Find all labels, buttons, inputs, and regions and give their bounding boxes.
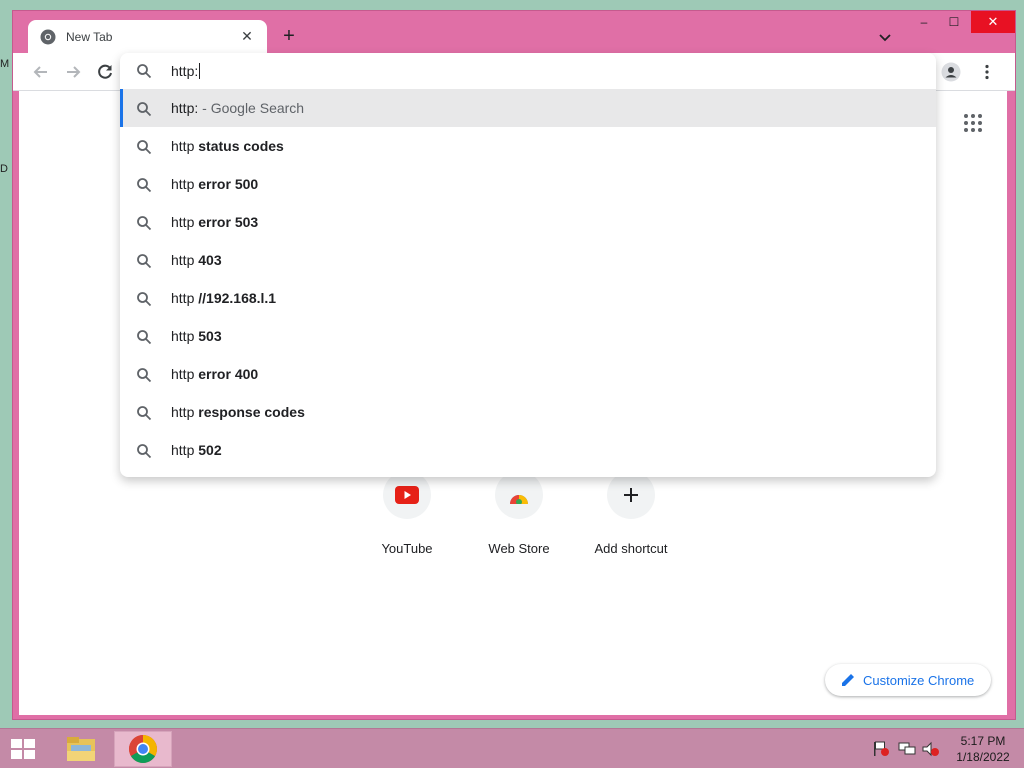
plus-icon xyxy=(624,488,638,502)
suggestion-text: http error 400 xyxy=(171,366,258,382)
pencil-icon xyxy=(842,674,854,686)
omnibox-dropdown: http: http: - Google Search http status c… xyxy=(120,53,936,477)
taskbar-file-explorer[interactable] xyxy=(52,731,110,767)
suggestion-prefix: http xyxy=(171,138,199,154)
suggestion-prefix: http xyxy=(171,252,199,268)
suggestion-completion: 403 xyxy=(198,252,222,268)
tab-title: New Tab xyxy=(66,29,113,44)
windows-start-icon[interactable] xyxy=(8,737,38,761)
search-icon xyxy=(137,140,152,155)
search-icon xyxy=(137,178,152,193)
shortcut-label: Add shortcut xyxy=(594,541,668,556)
suggestion-prefix: http xyxy=(171,404,199,420)
suggestion-prefix: http xyxy=(171,366,199,382)
search-icon xyxy=(137,330,152,345)
shortcut-add[interactable]: Add shortcut xyxy=(576,471,686,556)
omnibox-suggestion[interactable]: http status codes xyxy=(120,127,936,165)
suggestion-text: http error 503 xyxy=(171,214,258,230)
clock-time: 5:17 PM xyxy=(960,734,1006,748)
customize-chrome-button[interactable]: Customize Chrome xyxy=(825,664,991,696)
suggestion-prefix: http xyxy=(171,290,199,306)
suggestion-completion: response codes xyxy=(198,404,305,420)
suggestion-completion: status codes xyxy=(198,138,284,154)
shortcut-web-store[interactable]: Web Store xyxy=(464,471,574,556)
shortcut-tile xyxy=(607,471,655,519)
omnibox-suggestion[interactable]: http //192.168.l.1 xyxy=(120,279,936,317)
minimize-button[interactable]: ‒ xyxy=(909,11,939,33)
youtube-icon xyxy=(395,486,419,504)
kebab-menu-icon[interactable] xyxy=(977,62,997,82)
profile-avatar-icon[interactable] xyxy=(941,62,961,82)
suggestion-prefix: http xyxy=(171,214,199,230)
suggestion-text: http 503 xyxy=(171,328,222,344)
omnibox-suggestion[interactable]: http 503 xyxy=(120,317,936,355)
volume-muted-icon[interactable] xyxy=(922,741,940,757)
reload-icon[interactable] xyxy=(95,62,115,82)
search-icon xyxy=(137,64,152,79)
suggestion-text: http error 500 xyxy=(171,176,258,192)
omnibox-suggestion[interactable]: http error 503 xyxy=(120,203,936,241)
search-icon xyxy=(137,216,152,231)
suggestion-prefix: http: xyxy=(171,100,199,116)
address-input[interactable]: http: xyxy=(171,63,201,79)
tab-strip: New Tab ✕ + ‒ ☐ ✕ xyxy=(13,11,1015,53)
customize-chrome-label: Customize Chrome xyxy=(863,672,975,688)
suggestion-text: http 502 xyxy=(171,442,222,458)
windows-taskbar: 5:17 PM 1/18/2022 xyxy=(0,728,1024,768)
omnibox-suggestion[interactable]: http response codes xyxy=(120,393,936,431)
desktop-label-fragment: M xyxy=(0,58,10,70)
suggestion-suffix: - Google Search xyxy=(198,100,305,116)
clock-date: 1/18/2022 xyxy=(956,750,1010,764)
search-icon xyxy=(137,406,152,421)
omnibox-suggestion[interactable]: http 403 xyxy=(120,241,936,279)
close-window-button[interactable]: ✕ xyxy=(971,11,1015,33)
suggestion-text: http: - Google Search xyxy=(171,100,304,116)
tab-new-tab[interactable]: New Tab ✕ xyxy=(28,20,267,53)
suggestion-completion: error 503 xyxy=(198,214,259,230)
shortcut-youtube[interactable]: YouTube xyxy=(352,471,462,556)
search-icon xyxy=(137,102,152,117)
suggestion-completion: 502 xyxy=(198,442,222,458)
suggestion-prefix: http xyxy=(171,442,199,458)
address-bar[interactable]: http: xyxy=(120,53,936,89)
maximize-button[interactable]: ☐ xyxy=(939,11,969,33)
tab-search-icon[interactable] xyxy=(875,27,895,47)
forward-arrow-icon[interactable] xyxy=(63,62,83,82)
omnibox-suggestion[interactable]: http error 500 xyxy=(120,165,936,203)
suggestion-text: http //192.168.l.1 xyxy=(171,290,276,306)
shortcut-tile xyxy=(495,471,543,519)
desktop-label-fragment: D xyxy=(0,163,8,175)
chrome-icon xyxy=(40,29,56,44)
network-icon[interactable] xyxy=(898,741,916,757)
suggestion-prefix: http xyxy=(171,176,199,192)
action-center-flag-icon[interactable] xyxy=(872,741,890,757)
omnibox-suggestion[interactable]: http: - Google Search xyxy=(120,89,936,127)
search-icon xyxy=(137,368,152,383)
search-icon xyxy=(137,444,152,459)
suggestion-completion: 503 xyxy=(198,328,222,344)
suggestion-prefix: http xyxy=(171,328,199,344)
suggestion-completion: error 400 xyxy=(198,366,259,382)
search-icon xyxy=(137,254,152,269)
search-icon xyxy=(137,292,152,307)
back-arrow-icon[interactable] xyxy=(31,62,51,82)
omnibox-suggestion[interactable]: http 502 xyxy=(120,431,936,469)
folder-icon xyxy=(67,737,95,761)
suggestion-text: http response codes xyxy=(171,404,305,420)
taskbar-chrome[interactable] xyxy=(114,731,172,767)
omnibox-suggestion[interactable]: http error 400 xyxy=(120,355,936,393)
system-clock[interactable]: 5:17 PM 1/18/2022 xyxy=(948,733,1018,765)
suggestion-text: http 403 xyxy=(171,252,222,268)
tab-close-icon[interactable]: ✕ xyxy=(239,28,255,45)
shortcut-label: YouTube xyxy=(381,541,433,556)
chrome-icon xyxy=(129,735,157,763)
shortcut-label: Web Store xyxy=(488,541,550,556)
suggestion-completion: error 500 xyxy=(198,176,259,192)
suggestion-text: http status codes xyxy=(171,138,284,154)
new-tab-button[interactable]: + xyxy=(277,25,301,49)
shortcut-tile xyxy=(383,471,431,519)
suggestion-completion: //192.168.l.1 xyxy=(198,290,277,306)
apps-grid-icon[interactable] xyxy=(963,113,983,133)
webstore-icon xyxy=(510,495,528,504)
